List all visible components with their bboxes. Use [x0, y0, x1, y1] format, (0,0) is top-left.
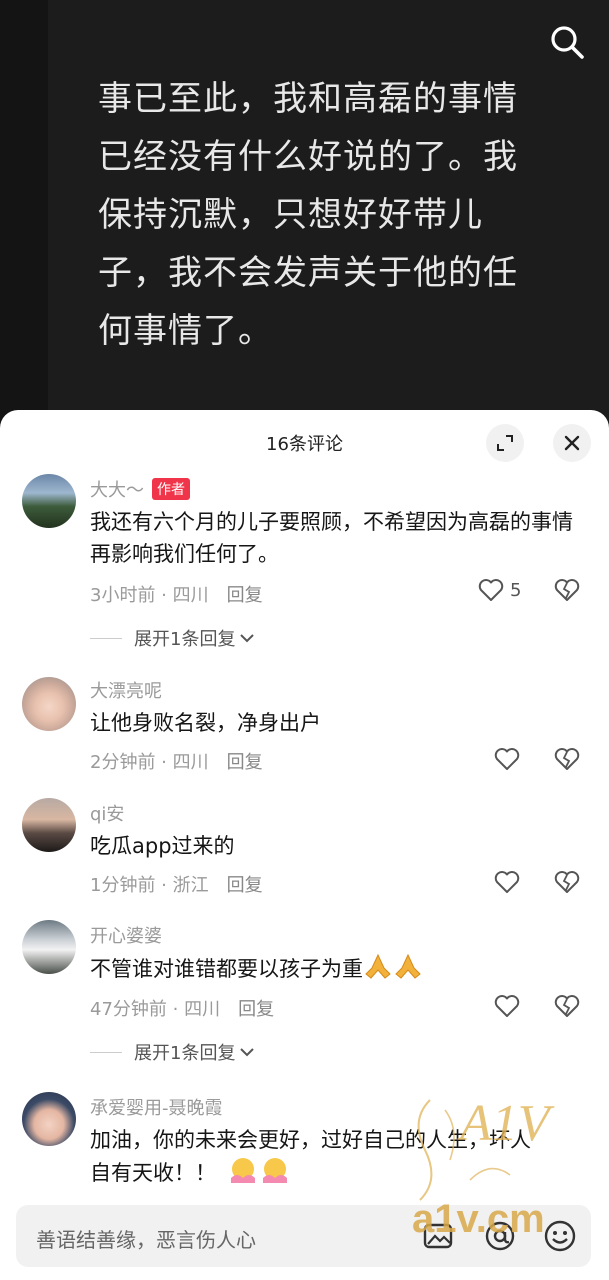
comment-meta: 2分钟前 · 四川 回复: [90, 748, 263, 774]
post-quote-text: 事已至此，我和高磊的事情已经没有什么好说的了。我保持沉默，只想好好带儿子，我不会…: [98, 79, 518, 351]
close-icon: [564, 435, 580, 451]
hug-face-icon: [231, 1158, 255, 1183]
chevron-down-icon: [240, 634, 255, 643]
comment-item: 承爱婴用-聂晚霞 加油，你的未来会更好，过好自己的人生，坏人 自有天收！！: [0, 1090, 609, 1200]
comment-username[interactable]: 开心婆婆: [90, 922, 162, 948]
comment-text-content: 不管谁对谁错都要以孩子为重: [90, 957, 363, 981]
expand-replies-label: 展开1条回复: [134, 629, 236, 650]
comment-username[interactable]: 承爱婴用-聂晚霞: [90, 1094, 223, 1120]
comment-input-bar[interactable]: 善语结善缘，恶言伤人心: [16, 1205, 591, 1267]
comment-time-location: 2分钟前 · 四川: [90, 752, 209, 773]
like-button[interactable]: 5: [478, 578, 521, 602]
search-icon[interactable]: [547, 22, 587, 62]
comment-time-location: 1分钟前 · 浙江: [90, 875, 209, 896]
avatar[interactable]: [22, 1092, 76, 1146]
expand-replies-button[interactable]: 展开1条回复: [90, 625, 255, 651]
avatar[interactable]: [22, 920, 76, 974]
post-left-band: [0, 0, 48, 430]
mention-icon[interactable]: [482, 1218, 518, 1254]
avatar[interactable]: [22, 677, 76, 731]
comment-text: 吃瓜app过来的: [90, 834, 235, 858]
comment-username[interactable]: qi安: [90, 800, 124, 826]
expand-sheet-button[interactable]: [486, 424, 524, 462]
image-icon[interactable]: [420, 1218, 456, 1254]
heart-icon[interactable]: [494, 747, 520, 771]
broken-heart-icon[interactable]: [554, 870, 580, 894]
heart-icon[interactable]: [494, 994, 520, 1018]
comment-meta: 47分钟前 · 四川 回复: [90, 995, 274, 1021]
comment-time-location: 47分钟前 · 四川: [90, 999, 221, 1020]
comment-item: 大漂亮呢 让他身败名裂，净身出户 2分钟前 · 四川 回复: [0, 673, 609, 783]
hug-face-icon: [263, 1158, 287, 1183]
comment-text-line2: 自有天收！！: [90, 1156, 585, 1189]
heart-icon[interactable]: [494, 870, 520, 894]
comment-item: qi安 吃瓜app过来的 1分钟前 · 浙江 回复: [0, 796, 609, 906]
broken-heart-icon[interactable]: [554, 747, 580, 771]
praying-hands-icon: [365, 953, 391, 979]
chevron-down-icon: [240, 1048, 255, 1057]
broken-heart-icon[interactable]: [554, 994, 580, 1018]
comment-username[interactable]: 大漂亮呢: [90, 677, 162, 703]
avatar[interactable]: [22, 798, 76, 852]
post-background: 事已至此，我和高磊的事情已经没有什么好说的了。我保持沉默，只想好好带儿子，我不会…: [0, 0, 609, 430]
divider-line: [90, 1051, 122, 1053]
expand-icon: [497, 435, 513, 451]
reply-button[interactable]: 回复: [238, 999, 274, 1020]
comment-meta: 3小时前 · 四川 回复: [90, 581, 263, 607]
like-count: 5: [510, 579, 522, 601]
avatar[interactable]: [22, 474, 76, 528]
comment-text: 加油，你的未来会更好，过好自己的人生，坏人: [90, 1128, 531, 1152]
comment-item: 开心婆婆 不管谁对谁错都要以孩子为重 47分钟前 · 四川 回复 展开1条回复: [0, 918, 609, 1068]
broken-heart-icon[interactable]: [554, 578, 580, 602]
reply-button[interactable]: 回复: [227, 875, 263, 896]
expand-replies-label: 展开1条回复: [134, 1043, 236, 1064]
reply-button[interactable]: 回复: [227, 585, 263, 606]
comment-text-content: 自有天收！！: [90, 1161, 216, 1185]
praying-hands-icon: [395, 953, 421, 979]
comment-text: 不管谁对谁错都要以孩子为重: [90, 952, 585, 985]
comment-time-location: 3小时前 · 四川: [90, 585, 209, 606]
close-sheet-button[interactable]: [553, 424, 591, 462]
divider-line: [90, 637, 122, 639]
reply-button[interactable]: 回复: [227, 752, 263, 773]
comment-username[interactable]: 大大～ 作者: [90, 476, 190, 502]
author-badge: 作者: [152, 478, 190, 500]
comment-text: 让他身败名裂，净身出户: [90, 711, 321, 735]
expand-replies-button[interactable]: 展开1条回复: [90, 1039, 255, 1065]
comment-text: 我还有六个月的儿子要照顾，不希望因为高磊的事情再影响我们任何了。: [90, 510, 573, 566]
emoji-icon[interactable]: [542, 1218, 578, 1254]
comment-meta: 1分钟前 · 浙江 回复: [90, 871, 263, 897]
comment-input-placeholder[interactable]: 善语结善缘，恶言伤人心: [36, 1224, 256, 1253]
heart-icon: [478, 579, 504, 601]
username-text: 大大～: [90, 480, 144, 501]
comment-item: 大大～ 作者 我还有六个月的儿子要照顾，不希望因为高磊的事情再影响我们任何了。 3…: [0, 470, 609, 655]
